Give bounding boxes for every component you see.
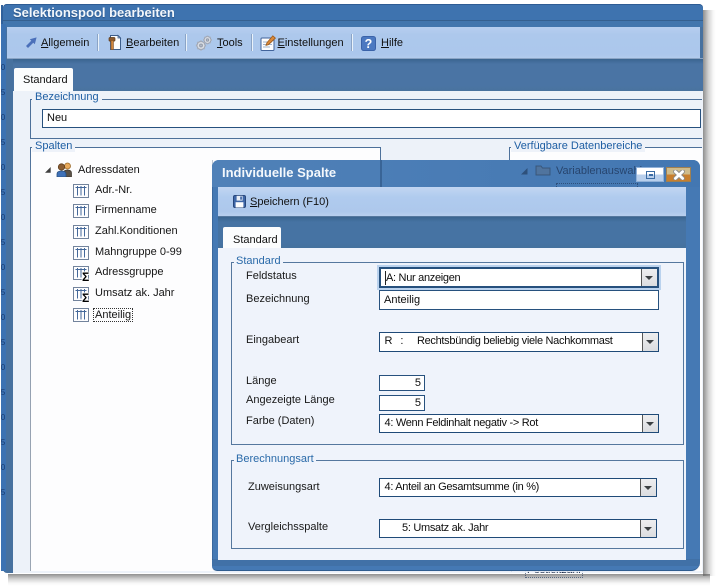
svg-text:?: ?: [365, 37, 373, 51]
